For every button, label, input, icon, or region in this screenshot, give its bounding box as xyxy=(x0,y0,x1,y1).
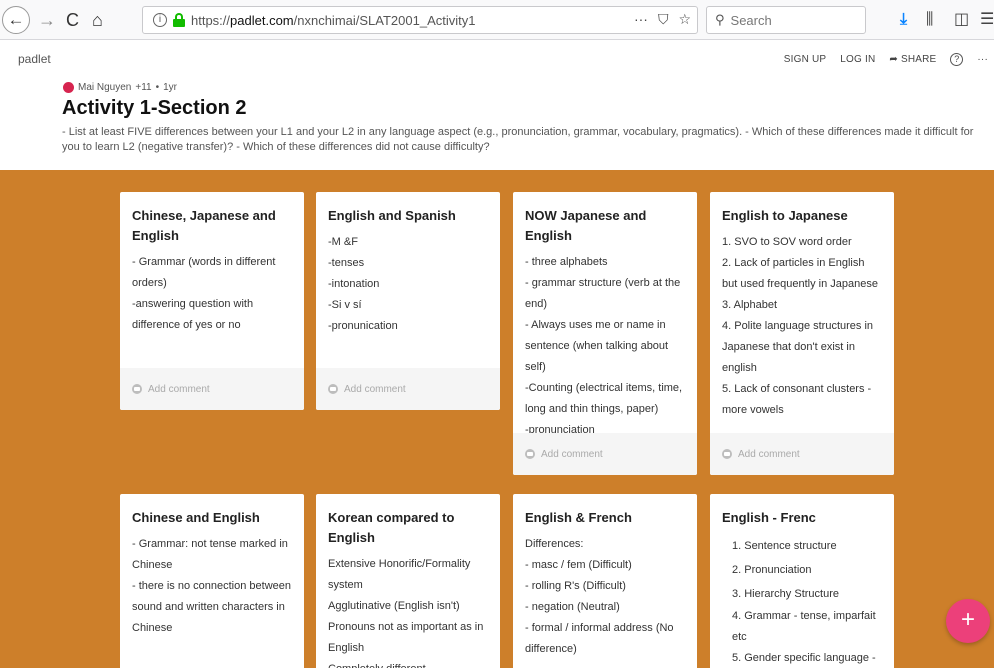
post-body: -M &F -tenses -intonation -Si v sí -pron… xyxy=(328,236,398,332)
pocket-icon[interactable]: ⛉ xyxy=(658,11,669,28)
post-card[interactable]: English to Japanese 1. SVO to SOV word o… xyxy=(710,192,894,475)
sidebar-icon[interactable]: ◫ xyxy=(954,10,969,30)
comment-avatar-icon xyxy=(722,449,732,459)
url-text: https://padlet.com/nxnchimai/SLAT2001_Ac… xyxy=(191,12,476,28)
padlet-wall: Chinese, Japanese and English - Grammar … xyxy=(0,170,994,668)
post-card[interactable]: English & French Differences: - masc / f… xyxy=(513,494,697,668)
post-title: NOW Japanese and English xyxy=(525,208,647,243)
add-comment-button[interactable]: Add comment xyxy=(513,433,697,475)
info-icon[interactable]: i xyxy=(153,13,167,27)
post-body: Extensive Honorific/Formality system Agg… xyxy=(328,558,484,668)
author-score: +11 xyxy=(135,82,152,93)
reload-button[interactable]: C xyxy=(66,8,79,32)
back-button[interactable]: ← xyxy=(2,6,30,34)
comment-avatar-icon xyxy=(132,384,142,394)
author-line: Mai Nguyen +11 • 1yr xyxy=(63,82,177,93)
top-links: SIGN UP LOG IN ➦ SHARE ? ··· xyxy=(784,53,988,66)
add-comment-button[interactable]: Add comment xyxy=(120,368,304,410)
post-age: 1yr xyxy=(163,82,178,93)
post-body: - three alphabets - grammar structure (v… xyxy=(525,256,683,436)
avatar[interactable] xyxy=(63,82,74,93)
share-link[interactable]: ➦ SHARE xyxy=(889,54,936,65)
page-description: - List at least FIVE differences between… xyxy=(62,126,974,153)
more-icon[interactable]: ··· xyxy=(977,54,988,65)
lock-icon[interactable] xyxy=(173,13,185,27)
search-input[interactable]: ⚲ Search xyxy=(706,6,866,34)
post-body: 1. Sentence structure 2. Pronunciation 3… xyxy=(732,540,876,664)
menu-icon[interactable]: ☰ xyxy=(980,10,994,30)
post-title: Chinese and English xyxy=(132,510,260,525)
post-card[interactable]: Chinese, Japanese and English - Grammar … xyxy=(120,192,304,410)
comment-avatar-icon xyxy=(525,449,535,459)
post-body: - Grammar (words in different orders) -a… xyxy=(132,256,276,331)
add-comment-button[interactable]: Add comment xyxy=(710,433,894,475)
post-title: English to Japanese xyxy=(722,208,848,223)
page-actions-icon[interactable]: ··· xyxy=(634,11,648,28)
browser-toolbar: ← → C ⌂ i https://padlet.com/nxnchimai/S… xyxy=(0,0,994,40)
post-title: Chinese, Japanese and English xyxy=(132,208,276,243)
post-title: Korean compared to English xyxy=(328,510,455,545)
url-bar[interactable]: i https://padlet.com/nxnchimai/SLAT2001_… xyxy=(142,6,698,34)
page-title: Activity 1-Section 2 xyxy=(62,97,247,119)
search-placeholder: Search xyxy=(730,12,772,28)
library-icon[interactable]: ⫼ xyxy=(926,10,933,30)
help-icon[interactable]: ? xyxy=(950,53,964,66)
post-title: English - Frenc xyxy=(722,510,816,525)
post-body: 1. SVO to SOV word order 2. Lack of part… xyxy=(722,236,878,416)
post-card[interactable]: Korean compared to English Extensive Hon… xyxy=(316,494,500,668)
comment-avatar-icon xyxy=(328,384,338,394)
add-post-button[interactable]: + xyxy=(946,599,990,643)
add-comment-button[interactable]: Add comment xyxy=(316,368,500,410)
author-name[interactable]: Mai Nguyen xyxy=(78,82,131,93)
sign-up-link[interactable]: SIGN UP xyxy=(784,54,827,65)
post-card[interactable]: Chinese and English - Grammar: not tense… xyxy=(120,494,304,668)
padlet-logo[interactable]: padlet xyxy=(18,52,51,66)
post-card[interactable]: English and Spanish -M &F -tenses -inton… xyxy=(316,192,500,410)
post-title: English and Spanish xyxy=(328,208,456,223)
download-icon[interactable]: ⤓ xyxy=(900,10,907,30)
separator-dot: • xyxy=(155,82,160,93)
search-icon: ⚲ xyxy=(715,12,725,27)
log-in-link[interactable]: LOG IN xyxy=(840,54,875,65)
post-body: - Grammar: not tense marked in Chinese -… xyxy=(132,538,291,634)
bookmark-star-icon[interactable]: ☆ xyxy=(678,11,691,28)
post-card[interactable]: NOW Japanese and English - three alphabe… xyxy=(513,192,697,475)
home-button[interactable]: ⌂ xyxy=(92,8,103,32)
post-card[interactable]: English - Frenc 1. Sentence structure 2.… xyxy=(710,494,894,668)
post-title: English & French xyxy=(525,510,632,525)
post-body: Differences: - masc / fem (Difficult) - … xyxy=(525,538,674,655)
share-icon: ➦ xyxy=(889,54,901,65)
forward-button[interactable]: → xyxy=(38,8,56,32)
